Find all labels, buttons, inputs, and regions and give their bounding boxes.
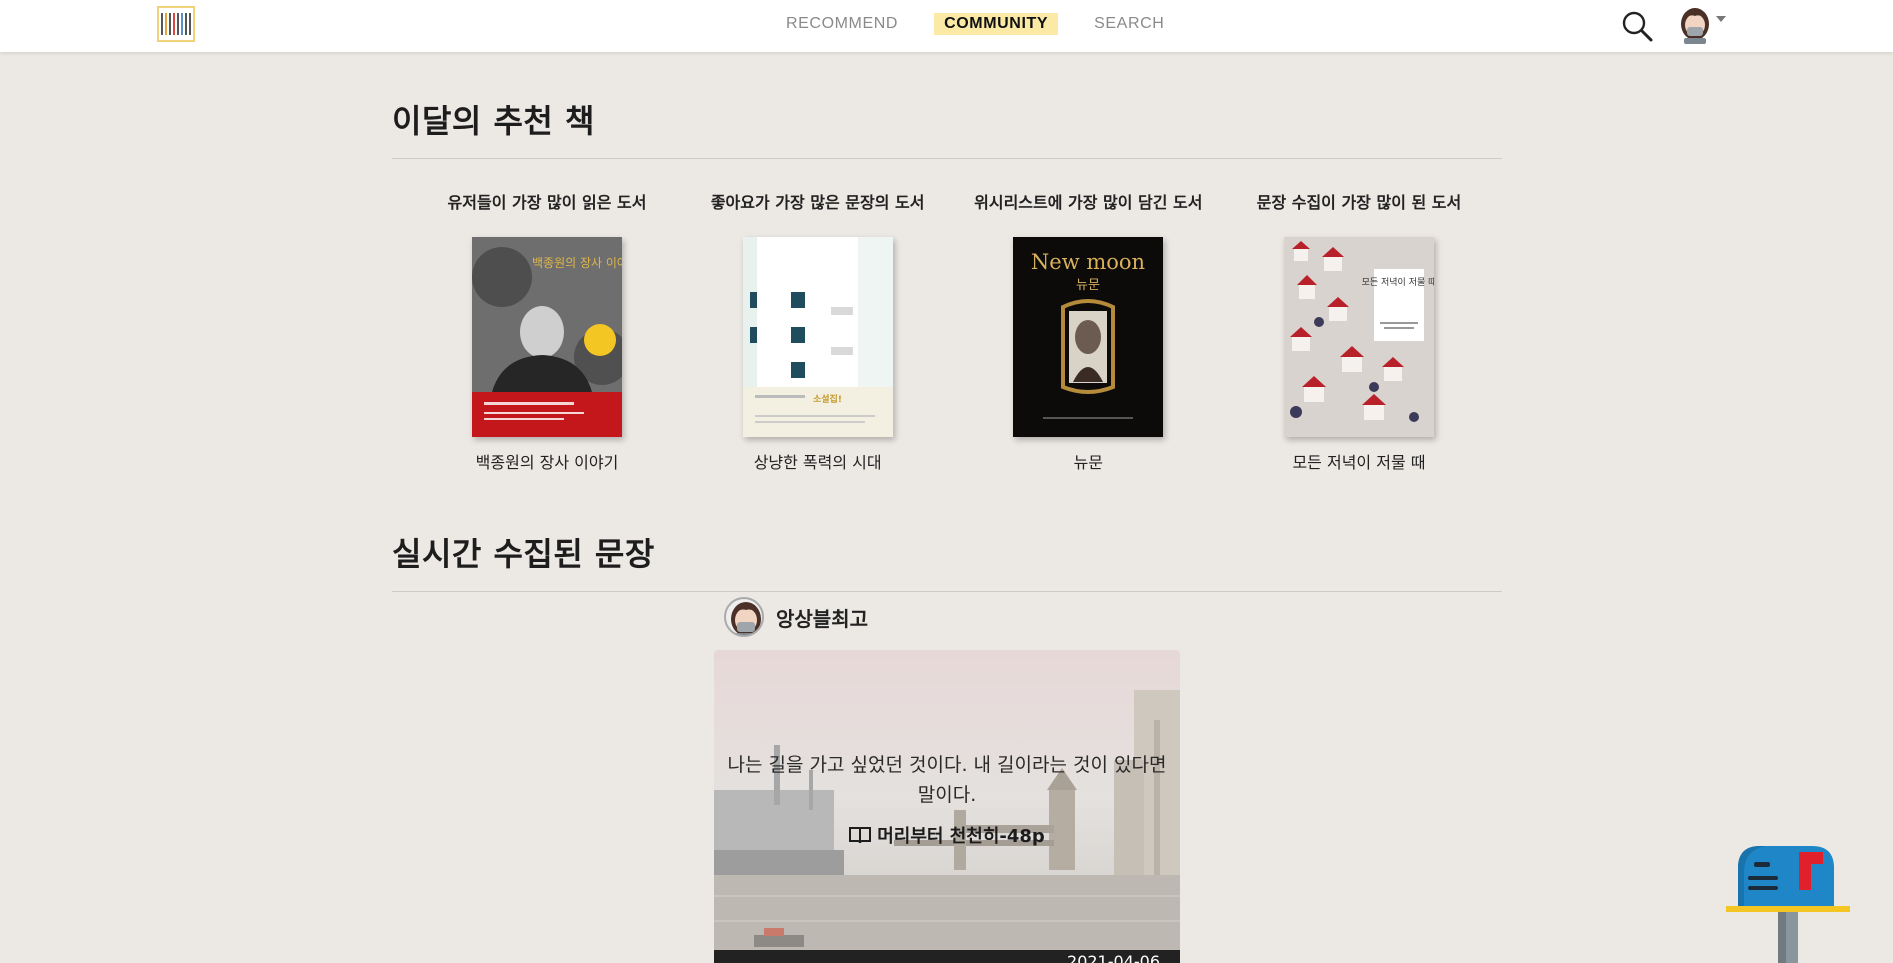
- live-section-title: 실시간 수집된 문장: [392, 529, 1502, 592]
- author-avatar[interactable]: [724, 597, 764, 637]
- book-card[interactable]: 좋아요가 가장 많은 문장의 도서 소설집! 상냥한 폭력의 시대: [693, 189, 943, 473]
- book-card[interactable]: 문장 수집이 가장 많이 된 도서 모든 저녁이 저물 때 모든 저녁이 저물 …: [1234, 189, 1484, 473]
- book-card[interactable]: 위시리스트에 가장 많이 담긴 도서 New moon 뉴문 뉴문: [963, 189, 1213, 473]
- sentence-post: 앙상블최고 나는 길을 가고 싶었던 것이다. 내 길이라는 것이 있다면 말이…: [714, 596, 1180, 963]
- post-date: 2021-04-06: [714, 950, 1180, 963]
- book-cover[interactable]: 모든 저녁이 저물 때: [1283, 237, 1434, 437]
- book-cover[interactable]: 백종원의 장사 이야기: [472, 237, 622, 437]
- avatar[interactable]: [1678, 6, 1712, 44]
- logo[interactable]: [157, 6, 195, 42]
- cover-subtitle: 뉴문: [1076, 278, 1100, 293]
- book-title[interactable]: 상냥한 폭력의 시대: [754, 449, 882, 473]
- book-title[interactable]: 모든 저녁이 저물 때: [1292, 449, 1425, 473]
- nav-community[interactable]: COMMUNITY: [934, 13, 1059, 35]
- main-nav: RECOMMEND COMMUNITY SEARCH: [776, 12, 1174, 36]
- book-title[interactable]: 뉴문: [1074, 449, 1103, 473]
- book-cover[interactable]: New moon 뉴문: [1013, 237, 1164, 437]
- book-category: 좋아요가 가장 많은 문장의 도서: [710, 193, 925, 212]
- search-icon[interactable]: [1620, 9, 1654, 43]
- book-title[interactable]: 백종원의 장사 이야기: [476, 449, 619, 473]
- quote-text: 나는 길을 가고 싶었던 것이다. 내 길이라는 것이 있다면 말이다.: [714, 750, 1180, 810]
- nav-search[interactable]: SEARCH: [1084, 13, 1174, 35]
- post-author[interactable]: 앙상블최고: [724, 596, 1180, 638]
- top-navbar: RECOMMEND COMMUNITY SEARCH: [0, 0, 1893, 52]
- quote-card[interactable]: 나는 길을 가고 싶었던 것이다. 내 길이라는 것이 있다면 말이다. 머리부…: [714, 650, 1180, 963]
- book-category: 유저들이 가장 많이 읽은 도서: [447, 193, 647, 212]
- cover-title: 소설집!: [813, 393, 842, 405]
- cover-title: 백종원의 장사 이야기: [532, 256, 622, 270]
- source-label: 머리부터 천천히-48p: [877, 826, 1045, 847]
- cover-title: 모든 저녁이 저물 때: [1362, 277, 1434, 288]
- nav-recommend[interactable]: RECOMMEND: [776, 13, 908, 35]
- book-category: 문장 수집이 가장 많이 된 도서: [1256, 193, 1462, 212]
- quote-line: 나는 길을 가고 싶었던 것이다. 내 길이라는 것이 있다면: [727, 754, 1167, 776]
- main-content: 이달의 추천 책 유저들이 가장 많이 읽은 도서 백종원의 장사 이야기 백종…: [392, 52, 1502, 592]
- author-name[interactable]: 앙상블최고: [776, 603, 868, 632]
- profile-menu[interactable]: [1678, 6, 1726, 44]
- cover-title: New moon: [1031, 250, 1145, 274]
- recommended-books: 유저들이 가장 많이 읽은 도서 백종원의 장사 이야기 백종원의 장사 이야기…: [392, 189, 1502, 473]
- book-card[interactable]: 유저들이 가장 많이 읽은 도서 백종원의 장사 이야기 백종원의 장사 이야기: [422, 189, 672, 473]
- mailbox-icon[interactable]: [1726, 846, 1850, 963]
- book-category: 위시리스트에 가장 많이 담긴 도서: [974, 193, 1203, 212]
- book-cover[interactable]: 소설집!: [742, 237, 893, 437]
- recommend-section-title: 이달의 추천 책: [392, 96, 1502, 159]
- caret-down-icon[interactable]: [1716, 16, 1726, 22]
- quote-source[interactable]: 머리부터 천천히-48p: [714, 822, 1180, 848]
- quote-line: 말이다.: [917, 784, 977, 806]
- book-icon: [849, 827, 872, 844]
